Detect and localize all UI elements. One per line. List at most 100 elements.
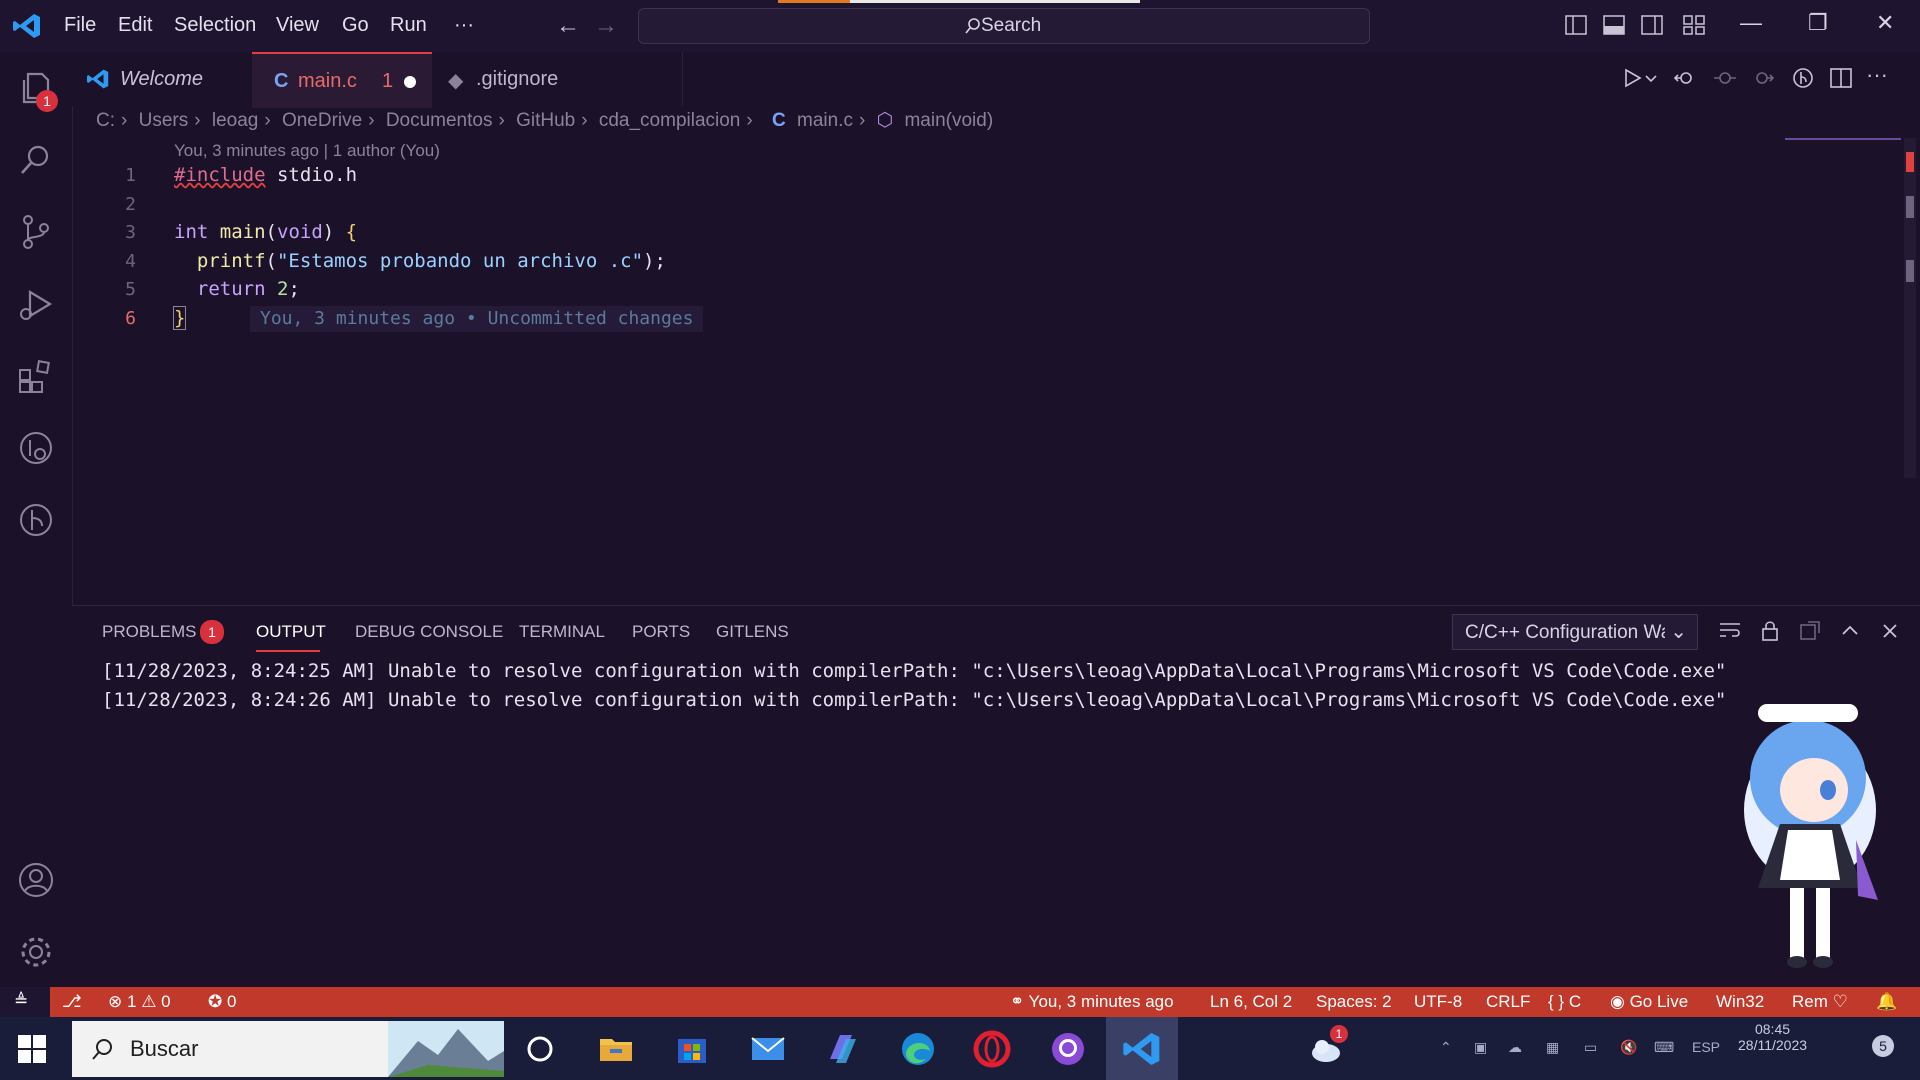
run-dropdown-chevron-icon[interactable] (1644, 66, 1670, 90)
language-indicator[interactable]: ESP (1692, 1039, 1720, 1055)
close-panel-icon[interactable] (1878, 620, 1902, 642)
edge-browser-icon[interactable] (898, 1029, 938, 1069)
indentation[interactable]: Spaces: 2 (1316, 992, 1392, 1012)
open-in-editor-icon[interactable] (1798, 620, 1822, 642)
code-line[interactable]: printf("Estamos probando un archivo .c")… (174, 250, 666, 272)
notifications-bell-icon[interactable]: 🔔 (1876, 992, 1897, 1012)
tab-main-c[interactable]: C main.c 1 (252, 52, 432, 108)
more-actions-icon[interactable]: ··· (1866, 62, 1892, 87)
open-changes-icon[interactable] (1672, 66, 1698, 90)
remote-indicator[interactable]: ≜ (0, 987, 50, 1017)
word-wrap-icon[interactable] (1718, 620, 1742, 642)
back-arrow-icon[interactable]: ← (556, 12, 580, 40)
menu-run[interactable]: Run (390, 14, 427, 37)
explorer-icon[interactable]: 1 (16, 68, 58, 112)
menu-selection[interactable]: Selection (174, 14, 256, 37)
tab-terminal[interactable]: TERMINAL (519, 622, 605, 642)
source-control-icon[interactable] (16, 212, 56, 252)
network-icon[interactable]: ▦ (1546, 1039, 1559, 1056)
toggle-blame-icon[interactable] (1790, 66, 1816, 90)
run-debug-icon[interactable] (16, 284, 56, 324)
ports-status[interactable]: ✪ 0 (208, 992, 236, 1012)
blame-codelens[interactable]: You, 3 minutes ago | 1 author (You) (174, 141, 440, 161)
microsoft-store-icon[interactable] (672, 1029, 712, 1069)
accounts-icon[interactable] (16, 860, 56, 900)
github-desktop-icon[interactable] (1048, 1029, 1088, 1069)
breadcrumb-symbol[interactable]: main(void) (904, 110, 993, 131)
command-center-search[interactable]: Search (638, 8, 1370, 44)
maximize-panel-icon[interactable] (1838, 620, 1862, 642)
toggle-primary-sidebar-icon[interactable] (1564, 14, 1588, 36)
onedrive-error-icon[interactable]: ☁ (1508, 1039, 1522, 1056)
code-line[interactable]: #include stdio.h (174, 164, 357, 186)
problems-status[interactable]: ⊗ 1 ⚠ 0 (108, 992, 171, 1012)
customize-layout-icon[interactable] (1682, 14, 1706, 36)
language-mode[interactable]: { } C (1548, 992, 1581, 1012)
file-explorer-icon[interactable] (596, 1029, 636, 1069)
breadcrumb-item[interactable]: Users (139, 110, 189, 131)
taskbar-clock[interactable]: 08:45 28/11/2023 (1738, 1021, 1807, 1053)
mail-icon[interactable] (748, 1029, 788, 1069)
copilot-icon[interactable] (822, 1029, 862, 1069)
weather-icon[interactable]: 1 (1306, 1025, 1348, 1069)
vscode-taskbar-icon[interactable] (1122, 1029, 1162, 1069)
run-file-icon[interactable] (1618, 66, 1644, 90)
tab-problems[interactable]: PROBLEMS (102, 622, 196, 642)
forward-arrow-icon[interactable]: → (594, 12, 618, 40)
tab-gitlens[interactable]: GITLENS (716, 622, 789, 642)
extensions-icon[interactable] (16, 356, 56, 396)
tab-output[interactable]: OUTPUT (256, 622, 326, 642)
search-view-icon[interactable] (16, 140, 56, 180)
code-line[interactable]: int main(void) { (174, 221, 357, 243)
git-graph-icon[interactable]: ⎇ (62, 992, 82, 1012)
tab-welcome[interactable]: Welcome (72, 52, 248, 106)
taskbar-search[interactable]: Buscar (72, 1021, 504, 1077)
breadcrumb-item[interactable]: cda_compilacion (599, 110, 741, 131)
toggle-secondary-sidebar-icon[interactable] (1640, 14, 1664, 36)
volume-muted-icon[interactable]: 🔇 (1620, 1039, 1637, 1056)
battery-icon[interactable]: ▭ (1584, 1039, 1597, 1056)
tab-ports[interactable]: PORTS (632, 622, 690, 642)
menu-view[interactable]: View (276, 14, 319, 37)
blame-status[interactable]: ⚭ You, 3 minutes ago (1010, 992, 1174, 1012)
notification-count[interactable]: 5 (1872, 1035, 1894, 1057)
opera-browser-icon[interactable] (972, 1029, 1012, 1069)
windows-start-icon[interactable] (18, 1035, 46, 1063)
cursor-position[interactable]: Ln 6, Col 2 (1210, 992, 1292, 1012)
next-revision-icon[interactable] (1750, 66, 1776, 90)
lock-scroll-icon[interactable] (1758, 620, 1782, 642)
breadcrumb-item[interactable]: leoag (212, 110, 259, 131)
previous-revision-icon[interactable] (1712, 66, 1738, 90)
settings-gear-icon[interactable] (16, 932, 56, 972)
menu-file[interactable]: File (64, 14, 96, 37)
remote-explorer-icon[interactable] (16, 428, 56, 468)
line-ending[interactable]: CRLF (1486, 992, 1530, 1012)
menu-go[interactable]: Go (342, 14, 369, 37)
breadcrumb-item[interactable]: C: (96, 110, 115, 131)
editor-scrollbar[interactable] (1904, 138, 1916, 478)
encoding[interactable]: UTF-8 (1414, 992, 1462, 1012)
keyboard-icon[interactable]: ⌨ (1654, 1039, 1674, 1056)
unsaved-dot-icon[interactable] (404, 76, 416, 88)
platform[interactable]: Win32 (1716, 992, 1764, 1012)
meet-now-icon[interactable]: ▣ (1474, 1039, 1487, 1056)
breadcrumb-item[interactable]: OneDrive (282, 110, 362, 131)
breadcrumb-item[interactable]: GitHub (516, 110, 575, 131)
breadcrumb-file[interactable]: main.c (797, 110, 853, 131)
tab-gitignore[interactable]: ◆ .gitignore (432, 52, 683, 106)
menu-more[interactable]: ··· (454, 14, 474, 37)
output-channel-select[interactable]: C/C++ Configuration Warnings ⌄ (1452, 614, 1698, 650)
tray-chevron-icon[interactable]: ⌃ (1440, 1039, 1452, 1056)
code-line[interactable]: } (172, 306, 187, 330)
minimap[interactable] (1785, 138, 1901, 140)
minimize-icon[interactable]: — (1740, 10, 1762, 36)
restore-icon[interactable]: ❐ (1808, 10, 1828, 36)
rem-status[interactable]: Rem ♡ (1792, 992, 1848, 1012)
gitlens-icon[interactable] (16, 500, 56, 540)
code-line[interactable]: return 2; (174, 278, 300, 300)
go-live-button[interactable]: ◉ Go Live (1610, 992, 1688, 1012)
toggle-panel-icon[interactable] (1602, 14, 1626, 36)
tab-debug-console[interactable]: DEBUG CONSOLE (355, 622, 503, 642)
breadcrumb-item[interactable]: Documentos (386, 110, 493, 131)
menu-edit[interactable]: Edit (118, 14, 152, 37)
